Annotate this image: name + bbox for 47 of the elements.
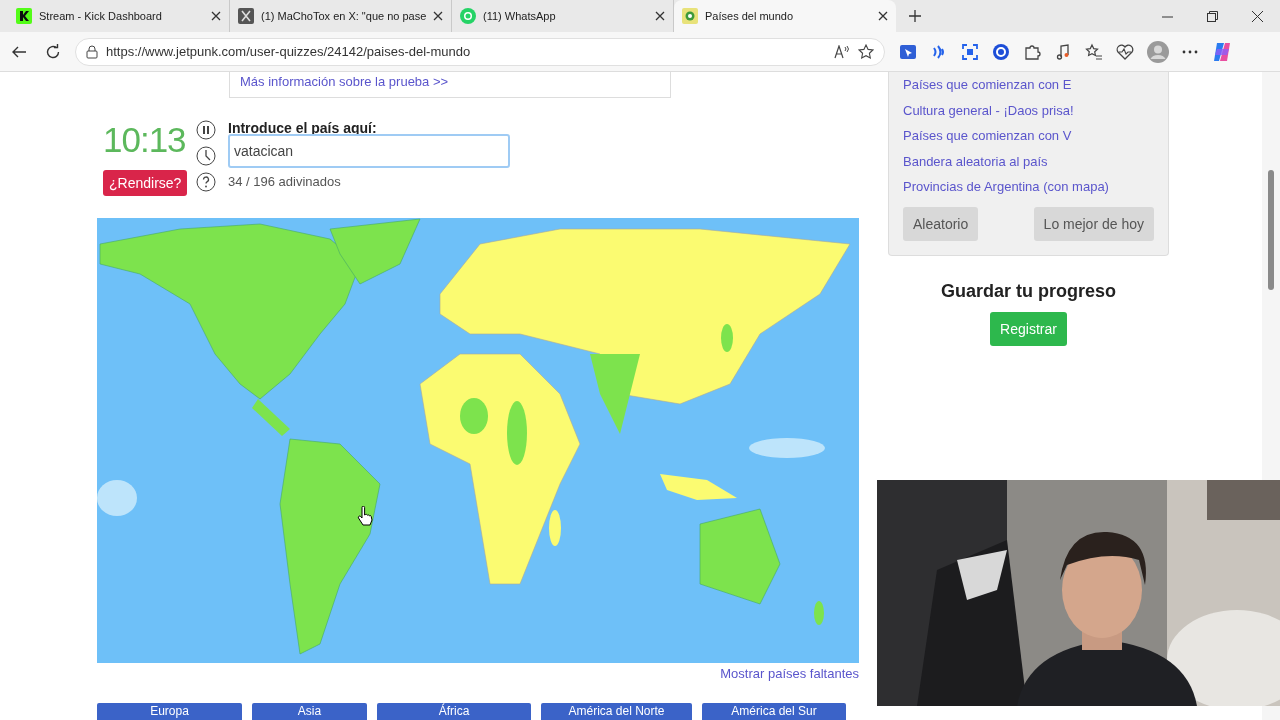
close-icon[interactable] (1252, 11, 1263, 22)
region-button[interactable]: América del Sur (702, 703, 846, 720)
quiz-link[interactable]: Cultura general - ¡Daos prisa! (903, 97, 1074, 123)
country-input-field[interactable]: vatacican (228, 134, 510, 169)
new-tab-icon[interactable] (908, 9, 922, 23)
quiz-link[interactable]: Bandera aleatoria al país (903, 148, 1048, 174)
hand-cursor-icon (357, 506, 373, 526)
close-icon[interactable] (878, 11, 888, 21)
quiz-link[interactable]: Países que comienzan con E (903, 72, 1072, 98)
region-button[interactable]: África (377, 703, 531, 720)
lock-icon (86, 44, 98, 59)
favorites-icon[interactable] (1085, 42, 1103, 61)
restore-icon[interactable] (1207, 11, 1218, 22)
show-missing-link[interactable]: Mostrar países faltantes (720, 666, 859, 681)
favicon-icon (460, 8, 476, 24)
address-bar[interactable]: https://www.jetpunk.com/user-quizzes/24142/paises-del-mundo (75, 37, 885, 66)
puzzle-icon[interactable] (1023, 42, 1041, 61)
pause-icon[interactable] (196, 120, 216, 141)
screenshot-icon[interactable] (961, 42, 979, 61)
region-button[interactable]: Europa (97, 703, 242, 720)
music-note-icon[interactable] (1054, 42, 1072, 61)
read-aloud-icon[interactable] (834, 44, 850, 59)
quiz-link[interactable]: Países que comienzan con V (903, 123, 1072, 149)
region-button[interactable]: América del Norte (541, 703, 692, 720)
sidebar-button[interactable]: Aleatorio (903, 206, 979, 241)
give-up-button[interactable]: ¿Rendirse? (103, 170, 188, 197)
sidebar-button[interactable]: Lo mejor de hoy (1033, 206, 1154, 241)
heart-pulse-icon[interactable] (1116, 42, 1134, 61)
copilot-icon[interactable] (1211, 40, 1233, 63)
favicon-icon (16, 8, 32, 24)
extension-icon[interactable] (899, 42, 917, 61)
progress-count: 34 / 196 adivinados (228, 174, 342, 190)
clock-icon[interactable] (196, 146, 216, 167)
avatar-icon[interactable] (1147, 40, 1169, 63)
close-icon[interactable] (655, 11, 665, 21)
quiz-link[interactable]: Provincias de Argentina (con mapa) (903, 174, 1109, 200)
favorite-star-icon[interactable] (858, 43, 874, 60)
save-progress-heading: Guardar tu progreso (941, 280, 1116, 302)
favicon-icon (238, 8, 254, 24)
region-button[interactable]: Asia (252, 703, 367, 720)
favicon-icon (682, 8, 698, 24)
refresh-icon[interactable] (45, 43, 61, 60)
browser-tab[interactable]: Países del mundo (674, 0, 896, 32)
close-icon[interactable] (433, 11, 443, 21)
help-icon[interactable] (196, 172, 216, 193)
timer: 10:13 (103, 120, 186, 161)
close-icon[interactable] (211, 11, 221, 21)
